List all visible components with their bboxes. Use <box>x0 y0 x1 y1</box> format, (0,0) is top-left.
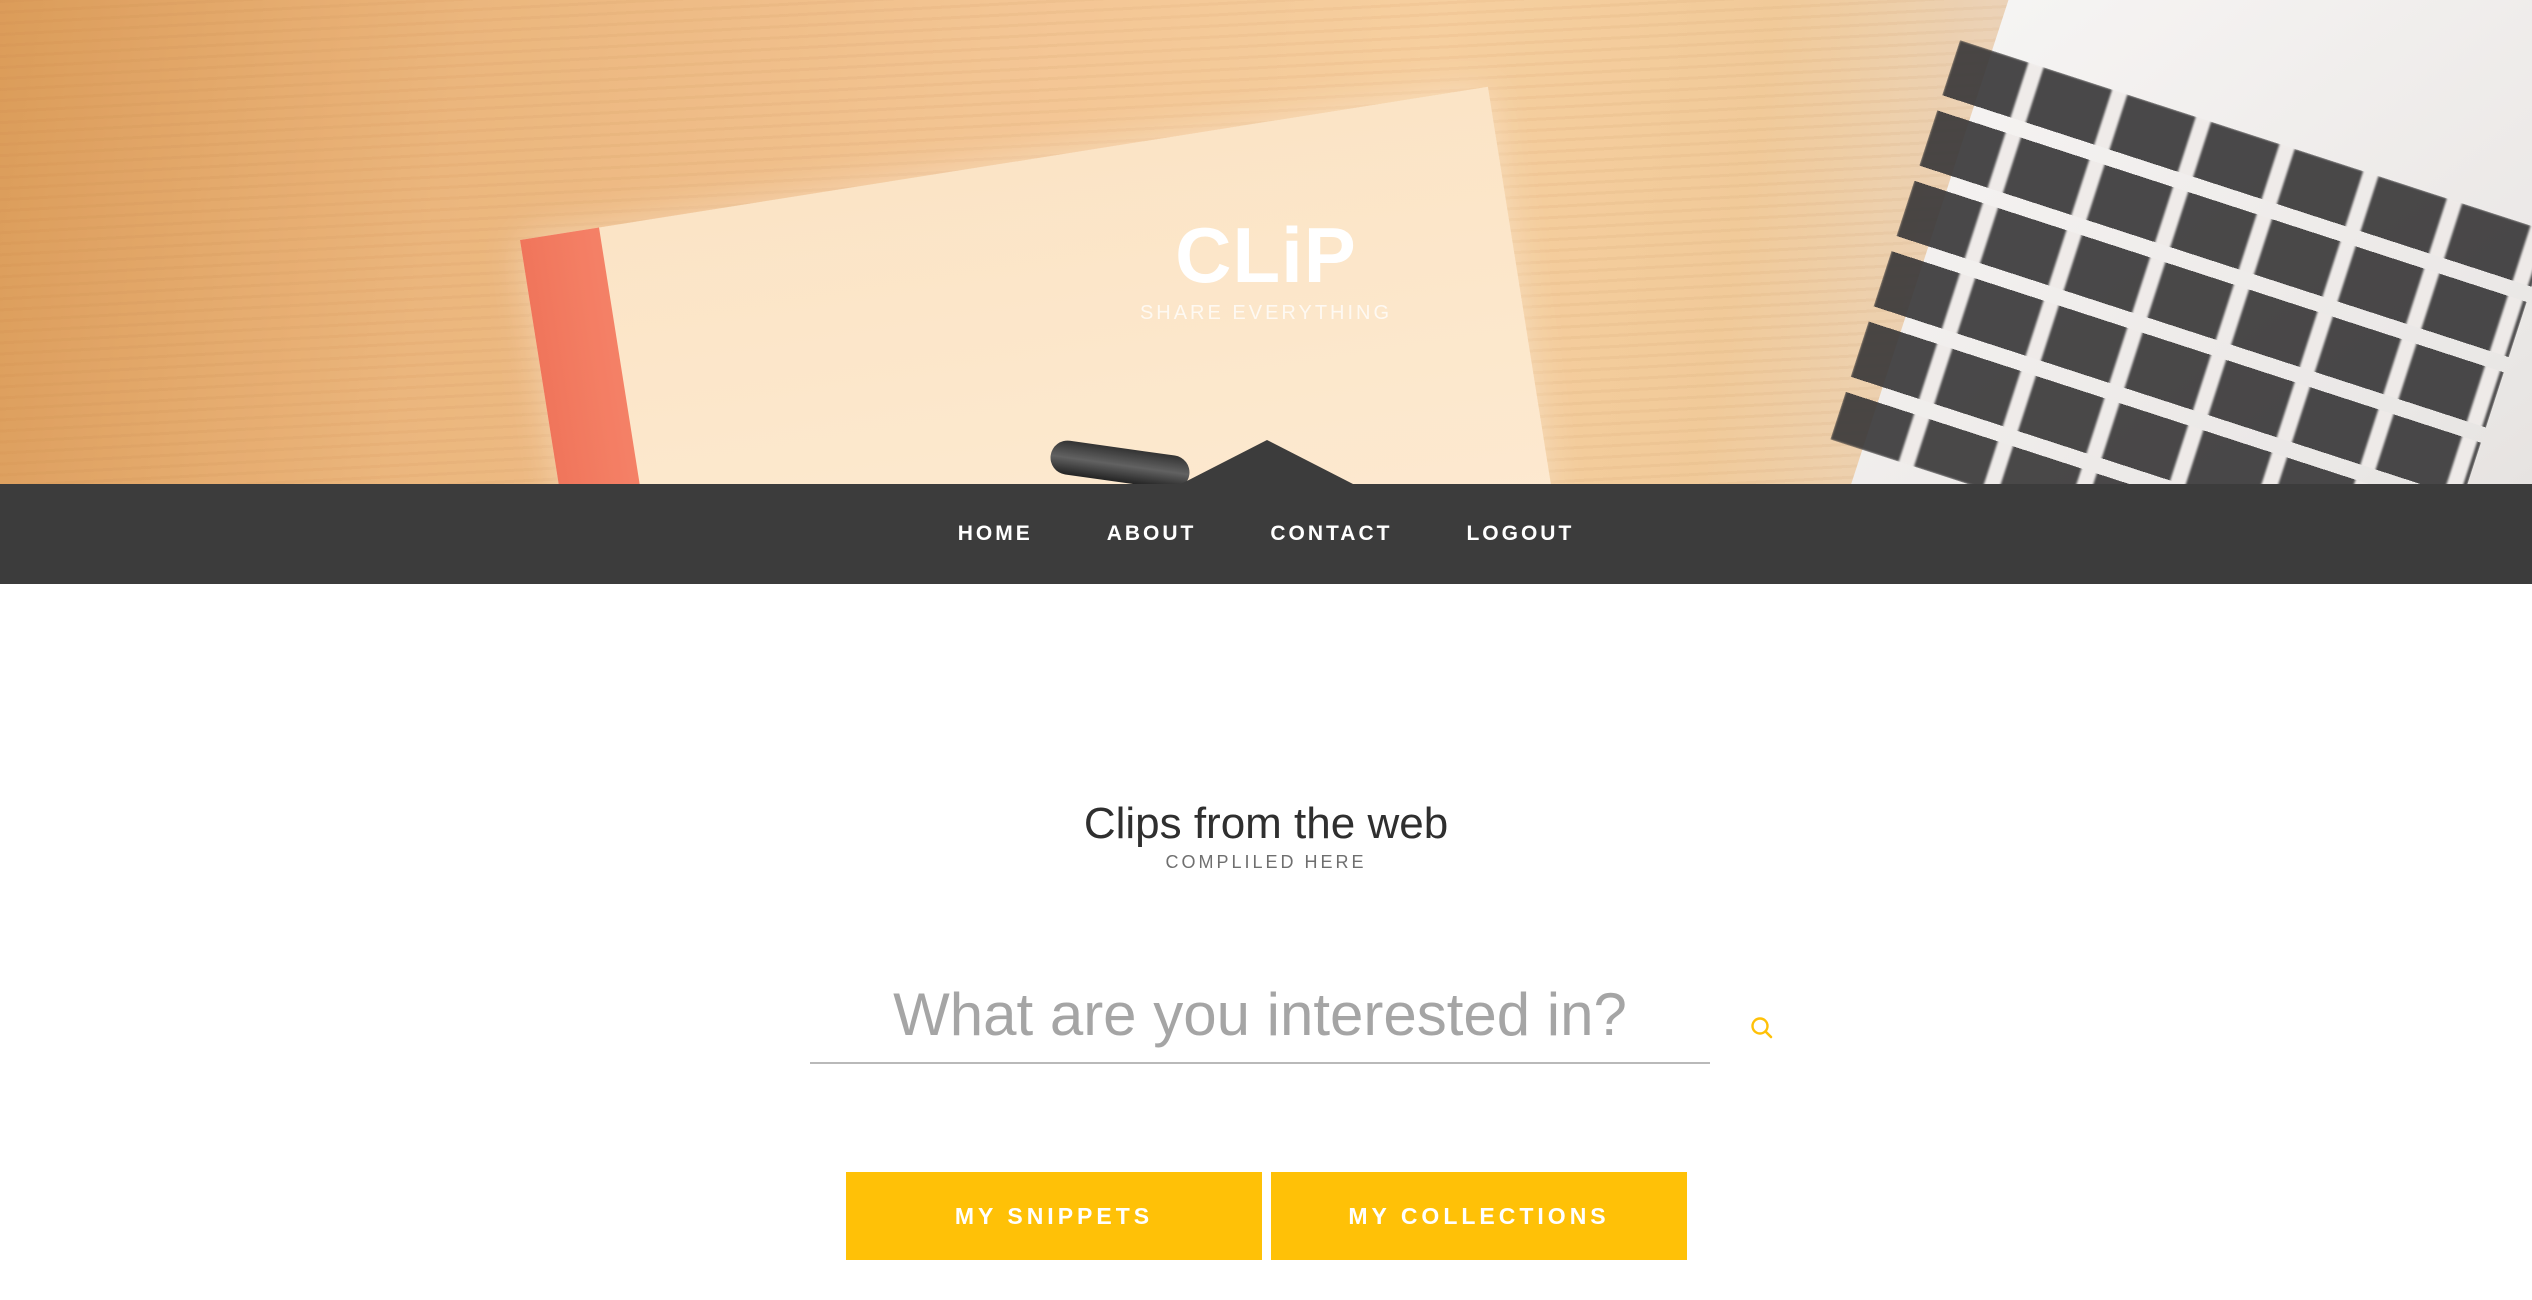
section-subtitle: COMPLILED HERE <box>1165 852 1367 872</box>
search-icon <box>1751 1017 1773 1039</box>
brand-logo[interactable]: CLiP <box>0 210 2532 300</box>
my-collections-button[interactable]: MY COLLECTIONS <box>1271 1172 1687 1260</box>
nav-about-link[interactable]: ABOUT <box>1107 522 1197 546</box>
my-snippets-button[interactable]: MY SNIPPETS <box>846 1172 1262 1260</box>
hero-banner: CLiP SHARE EVERYTHING <box>0 0 2532 484</box>
nav-home-link[interactable]: HOME <box>958 522 1033 546</box>
nav-contact-link[interactable]: CONTACT <box>1270 522 1392 546</box>
section-title: Clips from the web <box>1083 799 1449 848</box>
search-input[interactable] <box>810 966 1710 1062</box>
brand-tagline: SHARE EVERYTHING <box>1139 302 1393 324</box>
nav-logout-link[interactable]: LOGOUT <box>1466 522 1574 546</box>
search-field <box>810 966 1710 1064</box>
main-nav: HOME ABOUT CONTACT LOGOUT <box>0 484 2532 584</box>
nav-notch <box>1181 440 1353 484</box>
search-button[interactable] <box>1748 1014 1778 1044</box>
